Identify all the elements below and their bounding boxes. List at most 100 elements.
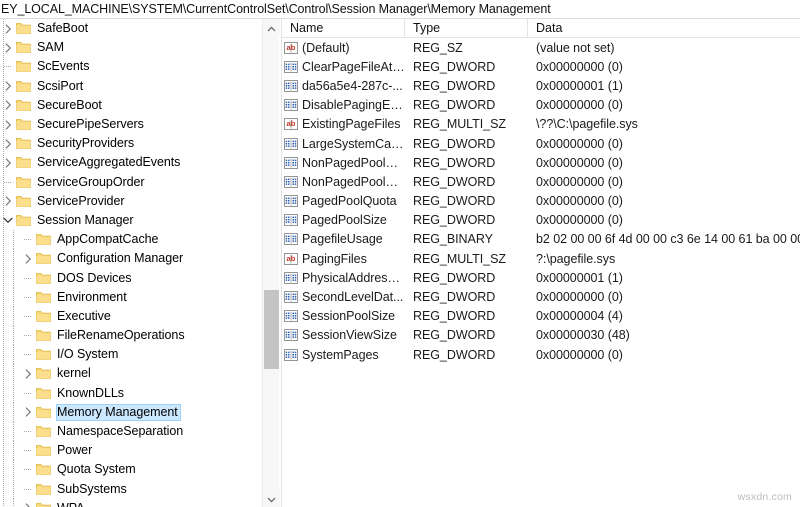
chevron-right-icon[interactable]	[0, 115, 16, 134]
tree-item[interactable]: SecureBoot	[0, 96, 262, 115]
tree-item[interactable]: DOS Devices	[0, 268, 262, 288]
tree-item[interactable]: kernel	[0, 364, 262, 384]
table-row[interactable]: SystemPages REG_DWORD 0x00000000 (0)	[282, 345, 800, 364]
dword-value-icon	[284, 328, 298, 342]
value-name-cell: SystemPages	[282, 345, 405, 364]
tree-item-label: Session Manager	[37, 212, 134, 227]
table-row[interactable]: SessionViewSize REG_DWORD 0x00000030 (48)	[282, 326, 800, 345]
chevron-down-icon[interactable]	[0, 211, 16, 230]
tree-item[interactable]: ScEvents	[0, 57, 262, 76]
table-row[interactable]: NonPagedPoolSi... REG_DWORD 0x00000000 (0)	[282, 172, 800, 191]
value-type-cell: REG_DWORD	[413, 309, 496, 324]
tree-item-selected[interactable]: Memory Management	[0, 402, 262, 422]
tree-item[interactable]: Power	[0, 441, 262, 461]
table-row[interactable]: PhysicalAddressE... REG_DWORD 0x00000001 (…	[282, 268, 800, 287]
chevron-right-icon[interactable]	[0, 96, 16, 115]
tree-item[interactable]: ServiceProvider	[0, 192, 262, 211]
registry-key-tree[interactable]: SafeBoot SAM ScEvents ScsiPort SecureBoot Sec…	[0, 19, 262, 507]
tree-indent	[0, 364, 20, 384]
value-type-cell: REG_DWORD	[413, 98, 496, 113]
tree-item[interactable]: ScsiPort	[0, 77, 262, 96]
tree-item[interactable]: SecurePipeServers	[0, 115, 262, 134]
folder-icon	[16, 80, 31, 93]
tree-item[interactable]: Session Manager	[0, 211, 262, 230]
table-row[interactable]: PagedPoolSize REG_DWORD 0x00000000 (0)	[282, 211, 800, 230]
table-row[interactable]: PagefileUsage REG_BINARY b2 02 00 00 6f 4d…	[282, 230, 800, 249]
tree-item-label: DOS Devices	[57, 270, 132, 285]
tree-item[interactable]: ServiceAggregatedEvents	[0, 153, 262, 172]
tree-item-label: I/O System	[57, 347, 119, 362]
table-row[interactable]: ab PagingFiles REG_MULTI_SZ ?:\pagefile.sys	[282, 249, 800, 268]
tree-item[interactable]: SafeBoot	[0, 19, 262, 38]
tree-item[interactable]: I/O System	[0, 345, 262, 365]
value-name-cell: SessionViewSize	[282, 326, 405, 345]
chevron-right-icon[interactable]	[20, 403, 36, 422]
chevron-right-icon[interactable]	[0, 153, 16, 172]
list-column-header[interactable]: Name Type Data	[282, 19, 800, 38]
chevron-right-icon[interactable]	[0, 192, 16, 211]
tree-guide-line	[13, 402, 14, 422]
tree-item[interactable]: SecurityProviders	[0, 134, 262, 153]
tree-item[interactable]: NamespaceSeparation	[0, 422, 262, 442]
tree-item[interactable]: AppCompatCache	[0, 230, 262, 250]
column-header-name[interactable]: Name	[282, 19, 405, 38]
table-row[interactable]: PagedPoolQuota REG_DWORD 0x00000000 (0)	[282, 192, 800, 211]
folder-icon	[36, 387, 51, 400]
tree-item[interactable]: KnownDLLs	[0, 383, 262, 403]
string-value-icon: ab	[284, 117, 298, 131]
tree-item[interactable]: ServiceGroupOrder	[0, 173, 262, 192]
value-name-cell: DisablePagingEx...	[282, 96, 405, 115]
column-header-data[interactable]: Data	[528, 19, 800, 38]
dword-value-icon	[284, 309, 298, 323]
table-row[interactable]: DisablePagingEx... REG_DWORD 0x00000000 (0…	[282, 96, 800, 115]
tree-indent	[0, 230, 20, 250]
chevron-right-icon[interactable]	[0, 134, 16, 153]
scroll-up-button[interactable]	[263, 19, 280, 36]
column-header-type[interactable]: Type	[405, 19, 528, 38]
chevron-right-icon[interactable]	[20, 499, 36, 507]
tree-item[interactable]: SubSystems	[0, 479, 262, 499]
tree-vertical-scrollbar[interactable]	[262, 19, 280, 507]
tree-item[interactable]: FileRenameOperations	[0, 326, 262, 346]
value-data-cell: 0x00000004 (4)	[536, 309, 623, 324]
table-row[interactable]: NonPagedPoolQ... REG_DWORD 0x00000000 (0)	[282, 153, 800, 172]
table-row[interactable]: ab (Default) REG_SZ (value not set)	[282, 38, 800, 57]
tree-item[interactable]: Quota System	[0, 460, 262, 480]
tree-item-label: KnownDLLs	[57, 385, 124, 400]
table-row[interactable]: ab ExistingPageFiles REG_MULTI_SZ \??\C:\pa…	[282, 115, 800, 134]
chevron-right-icon[interactable]	[0, 38, 16, 57]
scroll-thumb[interactable]	[264, 290, 279, 369]
value-type-cell: REG_DWORD	[413, 155, 496, 170]
folder-icon	[36, 502, 51, 507]
value-type-cell: REG_DWORD	[413, 59, 496, 74]
chevron-up-icon	[267, 21, 276, 35]
tree-item[interactable]: Executive	[0, 306, 262, 326]
tree-item[interactable]: SAM	[0, 38, 262, 57]
chevron-right-icon[interactable]	[20, 249, 36, 268]
chevron-right-icon[interactable]	[0, 19, 16, 38]
tree-guide-line	[13, 326, 14, 346]
tree-item[interactable]: Environment	[0, 287, 262, 307]
table-row[interactable]: SecondLevelDat... REG_DWORD 0x00000000 (0)	[282, 287, 800, 306]
value-type-cell: REG_MULTI_SZ	[413, 117, 506, 132]
table-row[interactable]: SessionPoolSize REG_DWORD 0x00000004 (4)	[282, 307, 800, 326]
tree-guide-line	[13, 479, 14, 499]
address-bar[interactable]: EY_LOCAL_MACHINE\SYSTEM\CurrentControlSe…	[0, 0, 800, 19]
tree-item-label: SubSystems	[57, 481, 127, 496]
dword-value-icon	[284, 232, 298, 246]
tree-indent	[0, 287, 20, 307]
scroll-down-button[interactable]	[263, 490, 280, 507]
table-row[interactable]: da56a5e4-287c-... REG_DWORD 0x00000001 (1)	[282, 76, 800, 95]
tree-guide-line	[13, 383, 14, 403]
value-type-cell: REG_DWORD	[413, 78, 496, 93]
value-name-label: PagefileUsage	[302, 232, 383, 247]
chevron-right-icon[interactable]	[20, 364, 36, 383]
folder-icon	[36, 444, 51, 457]
chevron-right-icon[interactable]	[0, 77, 16, 96]
registry-values-list[interactable]: Name Type Data ab (Default) REG_SZ (value n…	[282, 19, 800, 507]
table-row[interactable]: ClearPageFileAtS... REG_DWORD 0x00000000 (…	[282, 57, 800, 76]
tree-item[interactable]: Configuration Manager	[0, 249, 262, 269]
tree-item[interactable]: WPA	[0, 498, 262, 507]
table-row[interactable]: LargeSystemCac... REG_DWORD 0x00000000 (0)	[282, 134, 800, 153]
value-data-cell: 0x00000000 (0)	[536, 155, 623, 170]
